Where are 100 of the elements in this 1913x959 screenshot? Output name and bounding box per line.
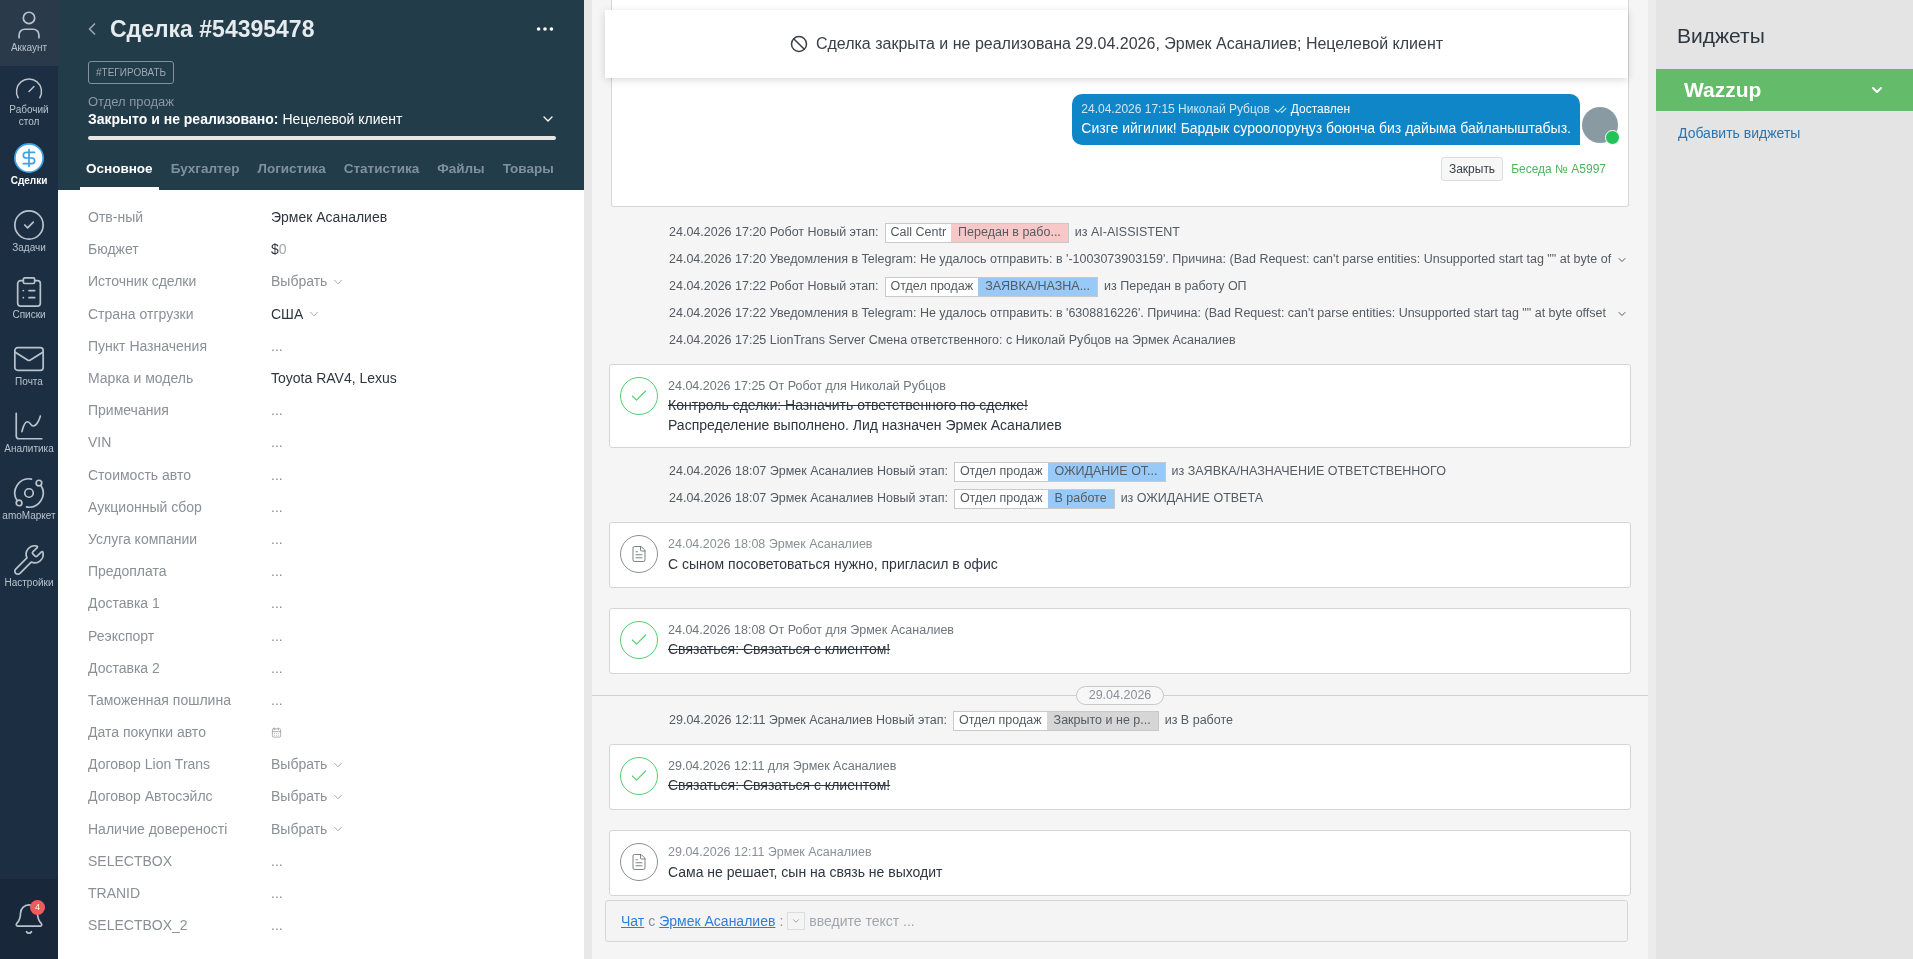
field-placeholder[interactable]: ... [271, 464, 283, 486]
field-placeholder[interactable]: ... [271, 625, 283, 647]
event-text: 24.04.2026 18:07 Эрмек Асаналиев Новый этап: [669, 463, 948, 481]
dollar-icon [12, 141, 46, 175]
widget-header[interactable]: Wazzup [1656, 68, 1913, 111]
select-dropdown[interactable]: Выбрать [271, 818, 346, 840]
stage-chip: Отдел продаж В работе [953, 488, 1115, 509]
event-text: 24.04.2026 17:22 Уведомления в Telegram: Не удалось отправить: в '6308816226'. Причина: (Bad Request: can't parse entities: Unsupported start tag "" at byte offset [669, 305, 1608, 323]
tab[interactable]: Бухгалтер [164, 151, 246, 190]
notification-badge: 4 [30, 900, 45, 915]
calendar-icon[interactable] [271, 727, 282, 739]
select-dropdown[interactable]: Выбрать [271, 786, 346, 808]
nav-item[interactable]: Задачи [0, 200, 58, 267]
task-text: Контроль сделки: Назначить ответственного по сделке! [668, 396, 1029, 415]
select-dropdown[interactable]: Выбрать [271, 271, 346, 293]
field-placeholder[interactable]: ... [271, 915, 283, 937]
field-placeholder[interactable]: ... [271, 689, 283, 711]
field-label: Примечания [88, 401, 170, 421]
chat-composer-field[interactable]: Чат с Эрмек Асаналиев : введите текст ... [605, 900, 1628, 942]
field-label: SELECTBOX [88, 851, 174, 871]
tab[interactable]: Файлы [431, 151, 491, 190]
nav-item[interactable]: Почта [0, 334, 58, 401]
field-value[interactable]: Эрмек Асаналиев [271, 207, 388, 229]
field-placeholder[interactable]: ... [271, 850, 283, 872]
task-text: Связаться: Связаться с клиентом! [668, 640, 892, 659]
bell-icon[interactable] [12, 902, 46, 936]
check-icon [12, 208, 46, 242]
ban-icon [789, 35, 808, 53]
nav-item[interactable]: Сделки [0, 133, 58, 200]
stage-chip: Отдел продаж Закрыто и не р... [952, 710, 1159, 731]
event-meta: 24.04.2026 17:25 От Робот для Николай Рубцов [668, 378, 947, 395]
message-text: Сизге ийгилик! Бардык суроолоруңуз боюнча биз дайыма байланыштабыз. [1081, 119, 1571, 138]
field-placeholder[interactable]: ... [271, 528, 283, 550]
nav-item[interactable]: Рабочий стол [0, 66, 58, 133]
field-value[interactable]: $0 [271, 239, 287, 261]
chevron-icon [791, 916, 802, 926]
field-label: Договор Автосэйлс [88, 787, 214, 807]
nav-item[interactable]: Настройки [0, 535, 58, 602]
task-text: Распределение выполнено. Лид назначен Эрмек Асаналиев [668, 416, 1062, 435]
tab[interactable]: Логистика [251, 151, 332, 190]
event-text: из ЗАЯВКА/НАЗНАЧЕНИЕ ОТВЕТСТВЕННОГО [1171, 463, 1446, 481]
field-label: Таможенная пошлина [88, 690, 232, 710]
message-input[interactable]: введите текст ... [809, 902, 1627, 940]
field-label: Страна отгрузки [88, 304, 195, 324]
nav-item[interactable]: amoМаркет [0, 468, 58, 535]
tag-button[interactable]: #ТЕГИРОВАТЬ [88, 60, 175, 84]
event-text: из В работе [1164, 712, 1233, 730]
nav-item[interactable]: Аккаунт [0, 0, 58, 66]
event-text: 24.04.2026 17:20 Робот Новый этап: [669, 224, 879, 242]
field-placeholder[interactable]: ... [271, 883, 283, 905]
tab[interactable]: Статистика [337, 151, 426, 190]
task-text: Связаться: Связаться с клиентом! [668, 776, 892, 795]
field-label: Договор Lion Trans [88, 755, 212, 775]
field-label: Источник сделки [88, 272, 198, 292]
contact-link[interactable]: Эрмек Асаналиев [659, 910, 776, 932]
field-placeholder[interactable]: ... [271, 657, 283, 679]
field-placeholder[interactable]: ... [271, 496, 283, 518]
chart-icon [12, 409, 46, 443]
message-meta: 24.04.2026 17:15 Николай Рубцов [1081, 101, 1270, 118]
field-placeholder[interactable]: ... [271, 561, 283, 583]
add-widgets-link[interactable]: Добавить виджеты [1656, 122, 1913, 144]
close-chat-button[interactable]: Закрыть [1440, 157, 1504, 181]
field-label: Бюджет [88, 240, 140, 260]
widgets-title: Виджеты [1676, 23, 1766, 49]
event-meta: 24.04.2026 18:08 От Робот для Эрмек Асаналиев [668, 622, 954, 639]
field-label: TRANID [88, 884, 142, 904]
field-value[interactable]: Toyota RAV4, Lexus [271, 368, 397, 390]
field-label: Дата покупки авто [88, 723, 207, 743]
field-label: Реэкспорт [88, 626, 156, 646]
event-text: 29.04.2026 12:11 Эрмек Асаналиев Новый этап: [669, 712, 947, 730]
conversation-link[interactable]: Беседа № A5997 [1511, 160, 1606, 178]
event-meta: 24.04.2026 18:08 Эрмек Асаналиев [668, 536, 874, 553]
field-label: Аукционный сбор [88, 497, 203, 517]
field-placeholder[interactable]: ... [271, 432, 283, 454]
tab[interactable]: Товары [496, 151, 560, 190]
field-label: Доставка 1 [88, 594, 161, 614]
delivery-status: Доставлен [1290, 101, 1351, 118]
select-dropdown[interactable]: США [271, 303, 322, 325]
nav-item[interactable]: Списки [0, 267, 58, 334]
chat-label: с [648, 911, 656, 931]
event-text: 24.04.2026 17:22 Робот Новый этап: [669, 278, 879, 296]
field-placeholder[interactable]: ... [271, 400, 283, 422]
field-label: Пункт Назначения [88, 336, 208, 356]
field-placeholder[interactable]: ... [271, 593, 283, 615]
event-text: из AI-AISSISTENT [1074, 224, 1180, 242]
pipeline-label: Отдел продаж [88, 93, 175, 110]
wrench-icon [12, 543, 46, 577]
orbit-icon [12, 476, 46, 510]
chat-link[interactable]: Чат [621, 910, 645, 932]
tab[interactable]: Основное [80, 151, 159, 190]
field-label: Стоимость авто [88, 465, 192, 485]
field-placeholder[interactable]: ... [271, 335, 283, 357]
field-label: SELECTBOX_2 [88, 916, 189, 936]
field-label: VIN [88, 433, 113, 453]
event-text: из ОЖИДАНИЕ ОТВЕТА [1120, 490, 1263, 508]
nav-item[interactable]: Аналитика [0, 401, 58, 468]
status-select[interactable]: Закрыто и не реализовано: Нецелевой клиент [88, 109, 556, 128]
select-dropdown[interactable]: Выбрать [271, 754, 346, 776]
field-label: Доставка 2 [88, 658, 161, 678]
chat-target-dropdown[interactable] [787, 912, 806, 930]
